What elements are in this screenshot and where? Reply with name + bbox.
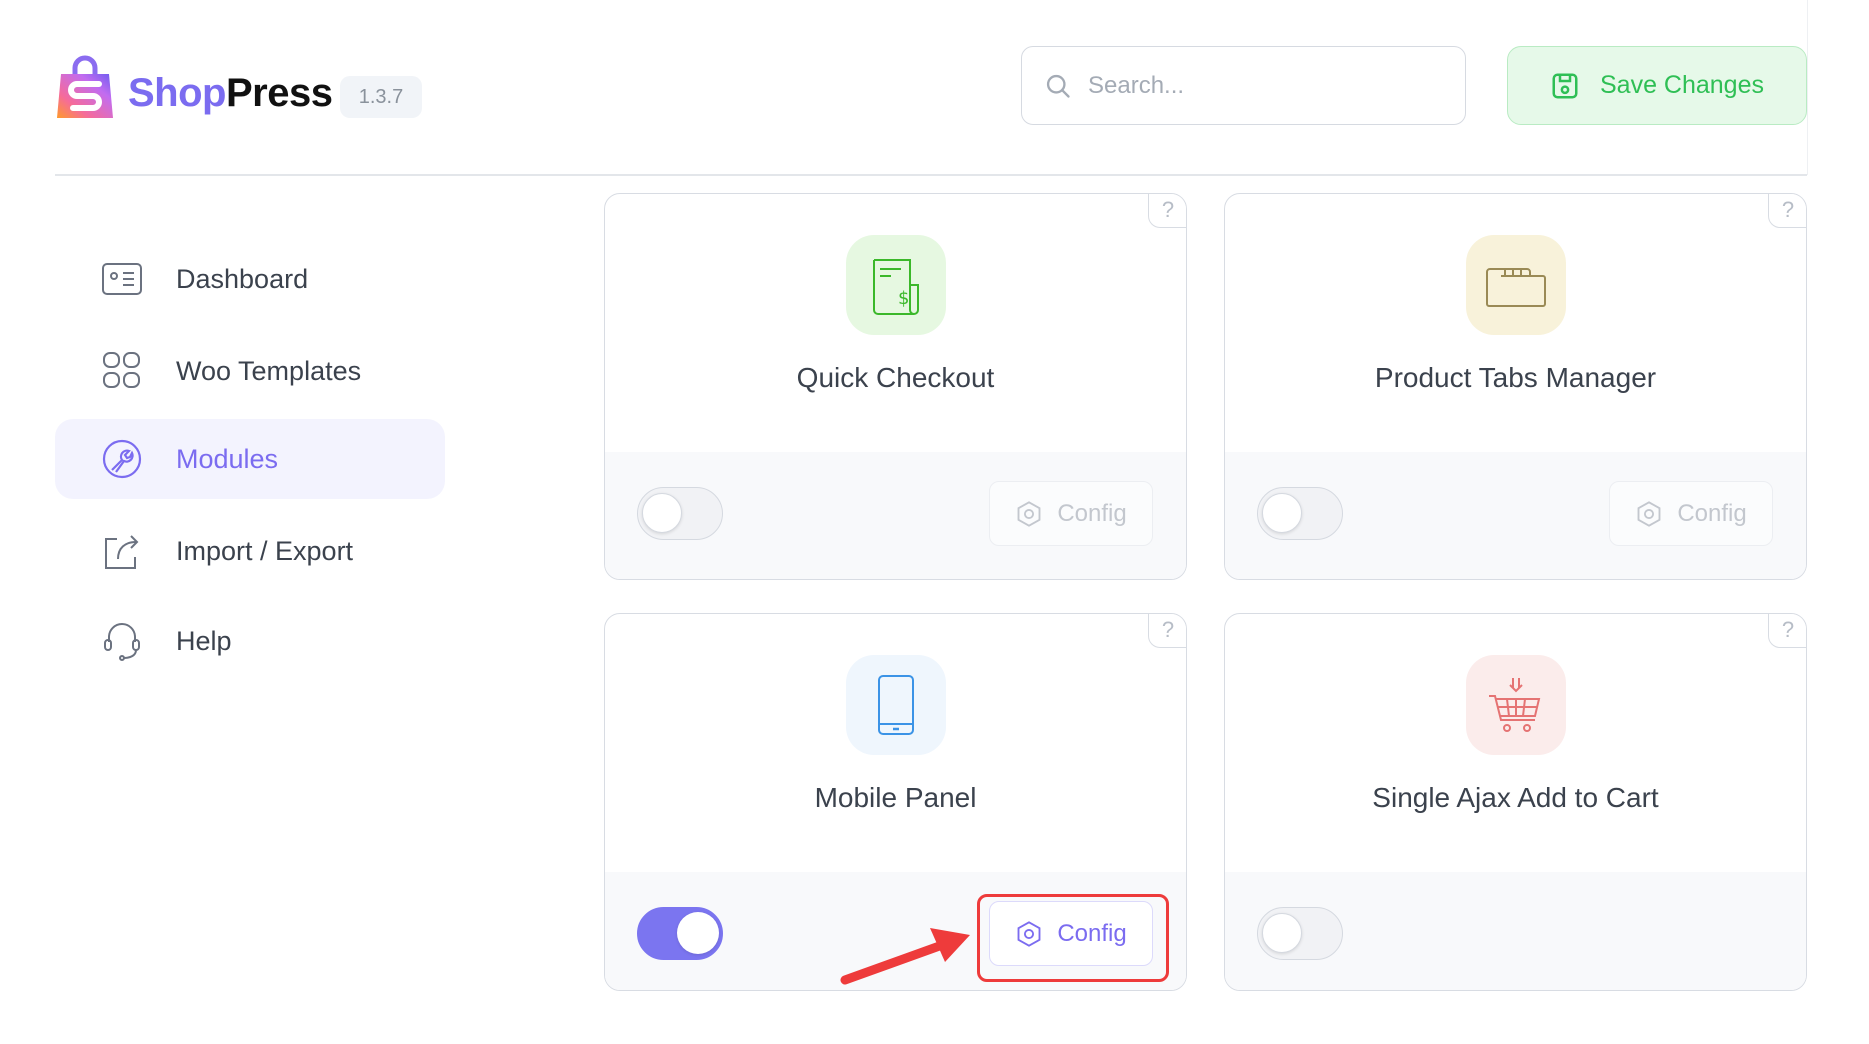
config-label: Config	[1057, 919, 1127, 947]
save-changes-label: Save Changes	[1599, 71, 1764, 99]
version-badge: 1.3.7	[340, 76, 422, 118]
module-footer: Config	[605, 452, 1186, 579]
sidebar-item-import-export[interactable]: Import / Export	[55, 511, 445, 591]
sidebar-item-label: Modules	[176, 443, 279, 474]
search-icon	[1046, 74, 1070, 98]
module-title: Product Tabs Manager	[1374, 362, 1657, 393]
module-toggle[interactable]	[637, 907, 723, 960]
receipt-dollar-icon: $	[845, 235, 946, 335]
toggle-knob	[642, 493, 682, 533]
config-button[interactable]: Config	[989, 901, 1153, 966]
page-edge	[1807, 0, 1808, 175]
sidebar-item-label: Help	[176, 625, 232, 656]
grid-icon	[100, 349, 144, 393]
sidebar-item-label: Dashboard	[176, 263, 309, 294]
save-changes-button[interactable]: Save Changes	[1507, 46, 1807, 125]
module-card-single-ajax-add-to-cart: ? Single Ajax Add to Cart	[1224, 613, 1807, 991]
folder-tabs-icon	[1465, 235, 1566, 335]
search-input[interactable]	[1088, 71, 1448, 100]
mobile-phone-icon	[845, 655, 946, 755]
module-title: Mobile Panel	[814, 782, 977, 813]
module-toggle[interactable]	[637, 487, 723, 540]
sidebar-item-label: Import / Export	[176, 535, 354, 566]
toggle-knob	[677, 912, 719, 954]
sidebar-item-label: Woo Templates	[176, 355, 362, 386]
search-box[interactable]	[1021, 46, 1466, 125]
hexagon-gear-icon	[1017, 920, 1041, 947]
module-card-product-tabs-manager: ? Product Tabs Manager Config	[1224, 193, 1807, 580]
module-title: Quick Checkout	[796, 362, 995, 393]
config-label: Config	[1677, 499, 1747, 527]
toggle-knob	[1262, 913, 1302, 953]
svg-text:$: $	[898, 288, 909, 309]
module-toggle[interactable]	[1257, 487, 1343, 540]
help-button[interactable]: ?	[1768, 614, 1806, 648]
hexagon-gear-icon	[1637, 500, 1661, 527]
config-label: Config	[1057, 499, 1127, 527]
module-card-quick-checkout: ? $ Quick Checkout Config	[604, 193, 1187, 580]
brand-press: Press	[225, 71, 333, 115]
module-footer: Config	[605, 872, 1186, 990]
toggle-knob	[1262, 493, 1302, 533]
shoppress-logo-icon	[55, 54, 115, 120]
help-button[interactable]: ?	[1768, 194, 1806, 228]
cart-add-icon	[1465, 655, 1566, 755]
config-button[interactable]: Config	[989, 481, 1153, 546]
module-footer: Config	[1225, 452, 1806, 579]
share-export-icon	[100, 529, 144, 573]
header-divider	[55, 174, 1807, 176]
wrench-icon	[100, 437, 144, 481]
module-title: Single Ajax Add to Cart	[1372, 782, 1659, 813]
floppy-disk-icon	[1552, 73, 1578, 98]
module-footer	[1225, 872, 1806, 990]
brand-shop: Shop	[128, 71, 226, 115]
hexagon-gear-icon	[1017, 500, 1041, 527]
brand-name: ShopPress	[128, 68, 333, 118]
dashboard-icon	[100, 257, 144, 301]
sidebar-item-modules[interactable]: Modules	[55, 419, 445, 499]
headset-icon	[100, 619, 144, 663]
sidebar-item-help[interactable]: Help	[55, 601, 445, 681]
module-card-mobile-panel: ? Mobile Panel Config	[604, 613, 1187, 991]
help-button[interactable]: ?	[1148, 194, 1186, 228]
module-toggle[interactable]	[1257, 907, 1343, 960]
help-button[interactable]: ?	[1148, 614, 1186, 648]
sidebar-item-dashboard[interactable]: Dashboard	[55, 239, 445, 319]
sidebar-item-woo-templates[interactable]: Woo Templates	[55, 331, 445, 411]
config-button[interactable]: Config	[1609, 481, 1773, 546]
